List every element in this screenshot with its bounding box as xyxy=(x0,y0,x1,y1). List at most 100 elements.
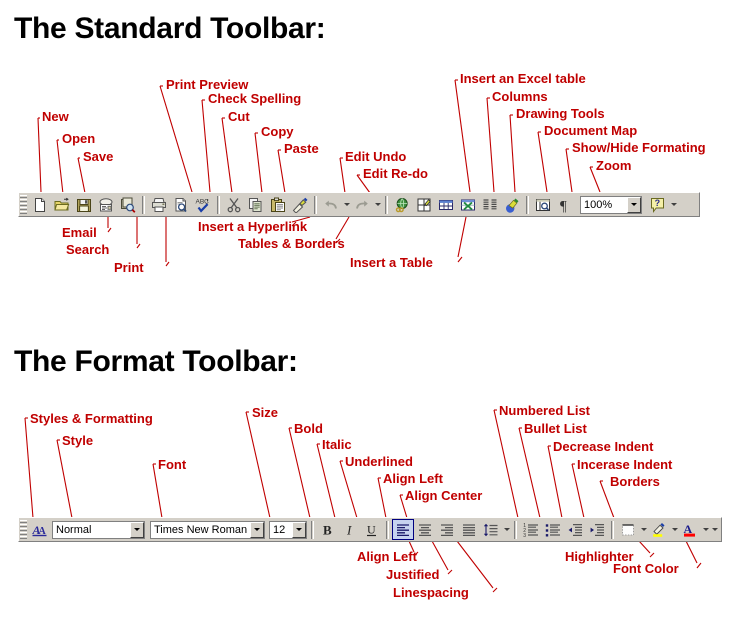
label-document-map: Document Map xyxy=(544,123,638,138)
label-zoom: Zoom xyxy=(596,158,632,173)
italic-icon: I xyxy=(342,522,358,538)
label-linespacing: Linespacing xyxy=(393,585,469,600)
label-insert-excel-table: Insert an Excel table xyxy=(460,71,586,86)
align-center-button[interactable] xyxy=(414,519,436,540)
decrease-indent-button[interactable] xyxy=(564,519,586,540)
toolbar-grip[interactable] xyxy=(20,520,27,539)
spelling-button[interactable]: ABC xyxy=(192,194,214,215)
insert-table-button[interactable] xyxy=(435,194,457,215)
format-painter-button[interactable] xyxy=(289,194,311,215)
separator xyxy=(514,520,517,539)
bullet-list-button[interactable] xyxy=(542,519,564,540)
label-align-left-top: Align Left xyxy=(383,471,443,486)
redo-button[interactable] xyxy=(351,194,373,215)
bullet-list-icon xyxy=(545,522,561,538)
print-button[interactable] xyxy=(148,194,170,215)
line-spacing-button[interactable] xyxy=(480,519,502,540)
separator xyxy=(385,195,388,214)
label-align-left-bottom: Align Left xyxy=(357,549,417,564)
style-dropdown-arrow[interactable] xyxy=(130,521,144,538)
size-combo[interactable]: 12 xyxy=(269,520,307,539)
borders-button[interactable] xyxy=(617,519,639,540)
label-style: Style xyxy=(62,433,94,448)
new-document-button[interactable] xyxy=(29,194,51,215)
undo-dropdown-arrow[interactable] xyxy=(342,195,351,215)
separator xyxy=(611,520,614,539)
columns-button[interactable] xyxy=(479,194,501,215)
label-show-hide-formatting: Show/Hide Formating xyxy=(572,140,706,155)
zoom-combo[interactable]: 100% xyxy=(580,195,642,214)
insert-excel-table-button[interactable] xyxy=(457,194,479,215)
undo-button[interactable] xyxy=(320,194,342,215)
label-print: Print xyxy=(114,260,144,275)
search-button[interactable] xyxy=(117,194,139,215)
save-button[interactable] xyxy=(73,194,95,215)
print-preview-icon xyxy=(173,197,189,213)
bold-icon: B xyxy=(320,522,336,538)
label-paste: Paste xyxy=(284,141,319,156)
drawing-tools-icon xyxy=(504,197,520,213)
print-preview-button[interactable] xyxy=(170,194,192,215)
italic-button[interactable]: I xyxy=(339,519,361,540)
justify-button[interactable] xyxy=(458,519,480,540)
paste-icon xyxy=(270,197,286,213)
font-color-button[interactable]: A xyxy=(679,519,701,540)
size-dropdown-arrow[interactable] xyxy=(292,521,306,538)
show-hide-formatting-button[interactable]: ¶ xyxy=(554,194,576,215)
borders-dropdown-arrow[interactable] xyxy=(639,520,648,540)
label-search: Search xyxy=(66,242,110,257)
zoom-dropdown-arrow[interactable] xyxy=(627,196,641,213)
label-print-preview: Print Preview xyxy=(166,77,249,92)
tables-and-borders-button[interactable] xyxy=(413,194,435,215)
label-italic: Italic xyxy=(322,437,352,452)
style-value: Normal xyxy=(56,523,92,536)
cut-button[interactable] xyxy=(223,194,245,215)
help-button[interactable]: ? xyxy=(647,194,669,215)
toolbar-grip[interactable] xyxy=(20,195,27,214)
numbered-list-button[interactable]: 1 2 3 xyxy=(520,519,542,540)
copy-button[interactable] xyxy=(245,194,267,215)
format-toolbar[interactable]: A A Normal Times New Roman 12 B I U 1 2 … xyxy=(18,517,722,542)
line-spacing-dropdown-arrow[interactable] xyxy=(502,520,511,540)
standard-toolbar[interactable]: ABC ¶ 100% ? xyxy=(18,192,700,217)
label-bullet-list: Bullet List xyxy=(524,421,587,436)
paste-button[interactable] xyxy=(267,194,289,215)
align-right-button[interactable] xyxy=(436,519,458,540)
underline-button[interactable]: U xyxy=(361,519,383,540)
highlighter-icon xyxy=(651,522,667,538)
font-combo[interactable]: Times New Roman xyxy=(150,520,265,539)
highlight-button[interactable] xyxy=(648,519,670,540)
increase-indent-button[interactable] xyxy=(586,519,608,540)
redo-dropdown-arrow[interactable] xyxy=(373,195,382,215)
tutorial-page: The Standard Toolbar: The Format Toolbar… xyxy=(0,0,747,618)
tables-borders-icon xyxy=(416,197,432,213)
toolbar-overflow-arrow[interactable] xyxy=(710,520,719,540)
font-dropdown-arrow[interactable] xyxy=(250,521,264,538)
label-new: New xyxy=(42,109,69,124)
email-button[interactable] xyxy=(95,194,117,215)
bold-button[interactable]: B xyxy=(317,519,339,540)
label-size: Size xyxy=(252,405,279,420)
format-painter-icon xyxy=(292,197,308,213)
style-combo[interactable]: Normal xyxy=(52,520,145,539)
document-map-icon xyxy=(535,197,551,213)
svg-text:I: I xyxy=(346,522,352,537)
separator xyxy=(311,520,314,539)
label-check-spelling: Check Spelling xyxy=(208,91,302,106)
font-color-dropdown-arrow[interactable] xyxy=(701,520,710,540)
open-button[interactable] xyxy=(51,194,73,215)
highlight-dropdown-arrow[interactable] xyxy=(670,520,679,540)
toolbar-overflow-arrow[interactable] xyxy=(669,195,678,215)
label-tables-and-borders: Tables & Borders xyxy=(238,236,345,251)
drawing-button[interactable] xyxy=(501,194,523,215)
line-spacing-icon xyxy=(483,522,499,538)
styles-and-formatting-button[interactable]: A A xyxy=(29,519,51,540)
svg-text:?: ? xyxy=(655,198,661,208)
open-folder-icon xyxy=(54,197,70,213)
align-left-button[interactable] xyxy=(392,519,414,540)
label-save: Save xyxy=(83,149,114,164)
hyperlink-button[interactable] xyxy=(391,194,413,215)
document-map-button[interactable] xyxy=(532,194,554,215)
styles-formatting-icon: A A xyxy=(32,522,48,538)
excel-table-icon xyxy=(460,197,476,213)
